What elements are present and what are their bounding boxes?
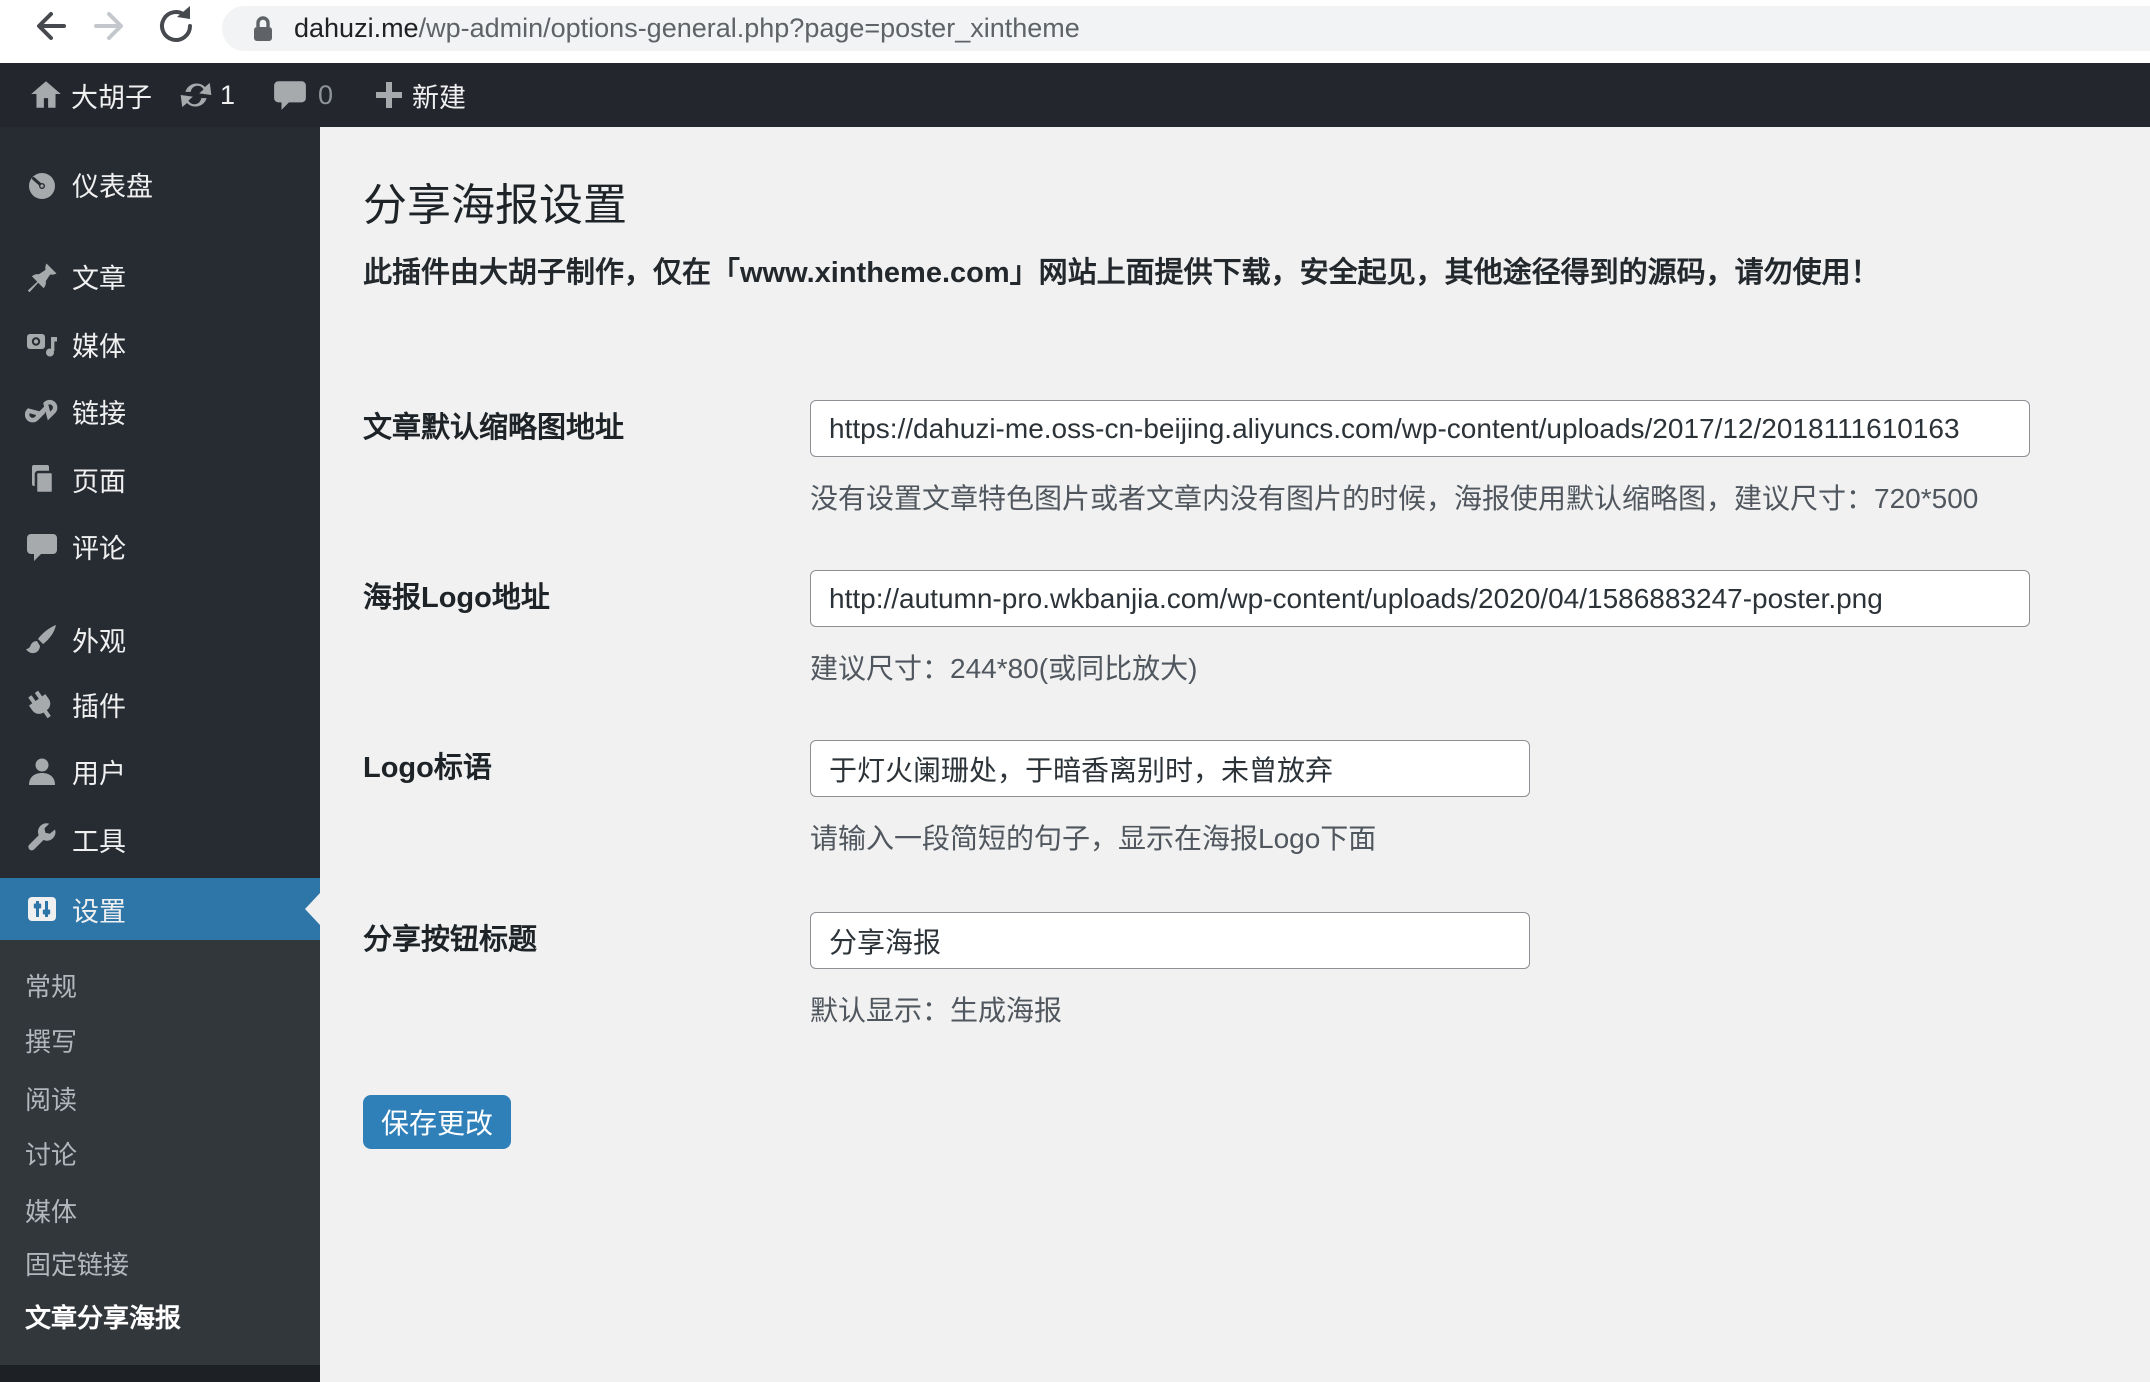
address-bar[interactable]: dahuzi.me/wp-admin/options-general.php?p… [222, 6, 2150, 51]
sidebar-item-label: 用户 [72, 759, 126, 789]
sidebar-item-users[interactable]: 用户 [0, 738, 320, 805]
field-label: Logo标语 [363, 752, 492, 784]
url-domain: dahuzi.me [294, 13, 419, 43]
posts-pin-icon [25, 260, 59, 294]
sidebar-item-appearance[interactable]: 外观 [0, 606, 320, 673]
appearance-brush-icon [25, 623, 59, 657]
browser-toolbar: dahuzi.me/wp-admin/options-general.php?p… [0, 0, 2150, 63]
settings-sliders-icon [25, 892, 59, 926]
submenu-item-reading[interactable]: 阅读 [25, 1076, 77, 1124]
sidebar-item-pages[interactable]: 页面 [0, 446, 320, 513]
sidebar-item-label: 外观 [72, 627, 126, 657]
field-row-poster-logo: 海报Logo地址 建议尺寸：244*80(或同比放大) [363, 570, 2090, 687]
sidebar-item-label: 工具 [72, 827, 126, 857]
field-help-text: 请输入一段简短的句子，显示在海报Logo下面 [810, 823, 1377, 854]
admin-sidebar: 仪表盘 文章 媒体 链接 页面 评论 外观 插件 用户 工具 设置 常规 撰写 … [0, 127, 320, 1382]
browser-reload-icon[interactable] [152, 2, 200, 50]
plugins-plug-icon [25, 688, 59, 722]
sidebar-item-label: 页面 [72, 467, 126, 497]
field-row-default-thumbnail: 文章默认缩略图地址 没有设置文章特色图片或者文章内没有图片的时候，海报使用默认缩… [363, 400, 2090, 517]
submenu-item-general[interactable]: 常规 [25, 963, 77, 1011]
sidebar-item-media[interactable]: 媒体 [0, 311, 320, 378]
url-text: dahuzi.me/wp-admin/options-general.php?p… [294, 13, 1080, 44]
share-button-title-input[interactable] [810, 912, 1530, 969]
field-label: 文章默认缩略图地址 [363, 412, 625, 444]
sidebar-item-dashboard[interactable]: 仪表盘 [0, 151, 320, 218]
default-thumbnail-url-input[interactable] [810, 400, 2030, 457]
sidebar-item-label: 文章 [72, 264, 126, 294]
home-icon[interactable] [28, 63, 64, 127]
new-plus-icon[interactable] [372, 63, 406, 127]
sidebar-item-posts[interactable]: 文章 [0, 243, 320, 310]
logo-slogan-input[interactable] [810, 740, 1530, 797]
field-label: 海报Logo地址 [363, 582, 550, 614]
save-changes-button[interactable]: 保存更改 [363, 1095, 511, 1149]
collapse-menu-strip [0, 1365, 320, 1382]
sidebar-item-links[interactable]: 链接 [0, 378, 320, 445]
sidebar-item-plugins[interactable]: 插件 [0, 671, 320, 738]
field-help-text: 默认显示：生成海报 [810, 995, 1063, 1026]
field-help-text: 建议尺寸：244*80(或同比放大) [810, 653, 1198, 684]
field-label: 分享按钮标题 [363, 924, 538, 956]
comments-icon [25, 530, 59, 564]
sidebar-item-label: 媒体 [72, 332, 126, 362]
browser-back-icon[interactable] [24, 2, 72, 50]
field-row-share-button-title: 分享按钮标题 默认显示：生成海报 [363, 912, 2090, 1029]
submenu-item-post-share-poster[interactable]: 文章分享海报 [25, 1294, 181, 1342]
poster-logo-url-input[interactable] [810, 570, 2030, 627]
submenu-item-permalinks[interactable]: 固定链接 [25, 1241, 129, 1289]
sidebar-item-label: 设置 [72, 896, 126, 927]
sidebar-item-settings[interactable]: 设置 [0, 878, 320, 940]
settings-page: 分享海报设置 此插件由大胡子制作，仅在「www.xintheme.com」网站上… [320, 127, 2150, 1382]
plugin-notice: 此插件由大胡子制作，仅在「www.xintheme.com」网站上面提供下载，安… [363, 257, 1880, 289]
wp-admin-bar: 大胡子 1 0 新建 [0, 63, 2150, 127]
admin-bar-site-name[interactable]: 大胡子 [71, 63, 152, 127]
comments-bubble-icon[interactable] [272, 63, 308, 127]
sidebar-item-tools[interactable]: 工具 [0, 806, 320, 873]
users-icon [25, 755, 59, 789]
admin-bar-new-label[interactable]: 新建 [412, 63, 466, 127]
field-row-logo-slogan: Logo标语 请输入一段简短的句子，显示在海报Logo下面 [363, 740, 2090, 857]
media-icon [25, 328, 59, 362]
submenu-item-writing[interactable]: 撰写 [25, 1018, 77, 1066]
submenu-item-media[interactable]: 媒体 [25, 1188, 77, 1236]
comment-count[interactable]: 0 [318, 63, 333, 127]
url-path: /wp-admin/options-general.php?page=poste… [418, 13, 1080, 43]
links-chain-icon [25, 395, 59, 429]
sidebar-item-label: 仪表盘 [72, 172, 153, 202]
update-count[interactable]: 1 [220, 63, 235, 127]
dashboard-icon [25, 168, 59, 202]
browser-forward-icon[interactable] [88, 2, 136, 50]
sidebar-item-label: 评论 [72, 534, 126, 564]
field-help-text: 没有设置文章特色图片或者文章内没有图片的时候，海报使用默认缩略图，建议尺寸：72… [810, 483, 1979, 514]
sidebar-item-comments[interactable]: 评论 [0, 513, 320, 580]
page-title: 分享海报设置 [363, 181, 627, 230]
submenu-item-discussion[interactable]: 讨论 [25, 1131, 77, 1179]
pages-icon [25, 463, 59, 497]
lock-icon [246, 12, 280, 46]
tools-wrench-icon [25, 822, 59, 857]
updates-icon[interactable] [178, 63, 214, 127]
sidebar-item-label: 插件 [72, 692, 126, 722]
sidebar-item-label: 链接 [72, 399, 126, 429]
